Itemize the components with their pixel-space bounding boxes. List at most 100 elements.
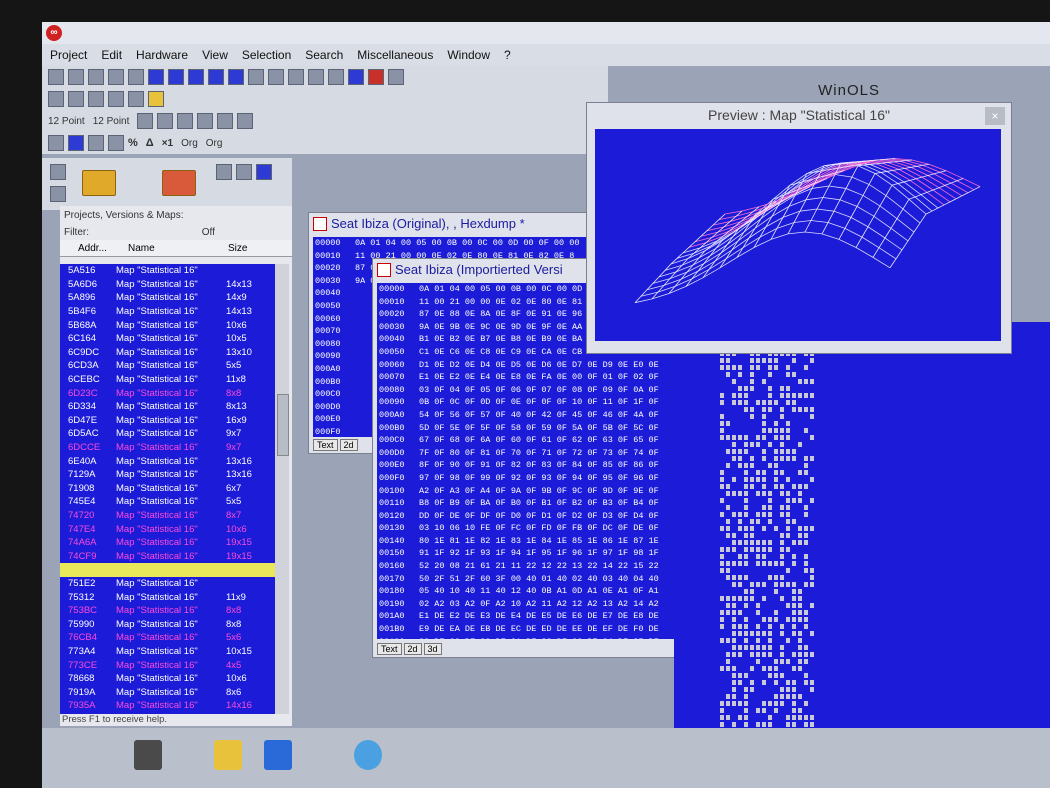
calc-a-icon[interactable] [48, 135, 64, 151]
list-item[interactable]: 71908 Map "Statistical 16" 6x7 [60, 482, 275, 496]
p-icon[interactable] [388, 69, 404, 85]
list-item[interactable]: 7919A Map "Statistical 16" 8x6 [60, 685, 275, 699]
scroll-thumb[interactable] [277, 394, 289, 456]
list-item[interactable]: 75990 Map "Statistical 16" 8x8 [60, 617, 275, 631]
list-item[interactable]: 6C9DC Map "Statistical 16" 13x10 [60, 346, 275, 360]
prev-icon[interactable] [168, 69, 184, 85]
copy-icon[interactable] [108, 69, 124, 85]
first-icon[interactable] [148, 69, 164, 85]
tool-a-icon[interactable] [68, 91, 84, 107]
list-item[interactable]: 6CEBC Map "Statistical 16" 11x8 [60, 373, 275, 387]
list-item[interactable]: 6D334 Map "Statistical 16" 8x13 [60, 400, 275, 414]
width-8-icon[interactable] [177, 113, 193, 129]
menu-project[interactable]: Project [50, 48, 87, 62]
list-item[interactable]: 6C164 Map "Statistical 16" 10x5 [60, 332, 275, 346]
taskbar-save-icon[interactable] [264, 740, 292, 770]
calc-c-icon[interactable] [88, 135, 104, 151]
menu-view[interactable]: View [202, 48, 228, 62]
preview-window[interactable]: Preview : Map "Statistical 16" × [586, 102, 1012, 354]
list-item[interactable]: 6CD3A Map "Statistical 16" 5x5 [60, 359, 275, 373]
tab-text[interactable]: Text [377, 643, 402, 655]
back-icon[interactable] [308, 69, 324, 85]
width-16-icon[interactable] [197, 113, 213, 129]
menu-hardware[interactable]: Hardware [136, 48, 188, 62]
close-icon[interactable]: × [985, 107, 1005, 125]
list-item[interactable]: 7935A Map "Statistical 16" 14x16 [60, 699, 275, 713]
width-255-icon[interactable] [237, 113, 253, 129]
font-size-1[interactable]: 12 Point [48, 116, 85, 127]
list-item[interactable]: 74A6A Map "Statistical 16" 19x15 [60, 536, 275, 550]
save-icon[interactable] [50, 186, 66, 202]
open-folder-icon[interactable] [82, 170, 116, 196]
list-item[interactable]: 75312 Map "Statistical 16" 11x9 [60, 590, 275, 604]
taskbar-browser-icon[interactable] [354, 740, 382, 770]
menu-search[interactable]: Search [305, 48, 343, 62]
list-item[interactable]: 6E40A Map "Statistical 16" 13x16 [60, 454, 275, 468]
print-icon[interactable] [88, 69, 104, 85]
help-icon[interactable] [148, 91, 164, 107]
f-icon[interactable] [348, 69, 364, 85]
new-icon[interactable] [50, 164, 66, 180]
taskbar-app-icon[interactable] [134, 740, 162, 770]
tab-2d[interactable]: 2d [340, 439, 358, 451]
org-button-2[interactable]: Org [206, 138, 223, 149]
list-item[interactable]: 5A516 Map "Statistical 16" [60, 264, 275, 278]
import-icon[interactable] [216, 164, 232, 180]
list-item[interactable]: 747E4 Map "Statistical 16" 10x6 [60, 522, 275, 536]
list-item[interactable]: 745E4 Map "Statistical 16" 5x5 [60, 495, 275, 509]
list-item[interactable]: 753BC Map "Statistical 16" 8x8 [60, 604, 275, 618]
list-item[interactable]: 6DCCE Map "Statistical 16" 9x7 [60, 441, 275, 455]
bitmap-view[interactable] [674, 322, 1050, 752]
taskbar-folder-icon[interactable] [214, 740, 242, 770]
hand-icon[interactable] [48, 91, 64, 107]
menu-window[interactable]: Window [447, 48, 490, 62]
v-icon[interactable] [368, 69, 384, 85]
format-icon[interactable] [248, 69, 264, 85]
forward-icon[interactable] [328, 69, 344, 85]
menu-selection[interactable]: Selection [242, 48, 291, 62]
list-item[interactable]: 773CE Map "Statistical 16" 4x5 [60, 658, 275, 672]
list-item[interactable]: 5A6D6 Map "Statistical 16" 14x13 [60, 278, 275, 292]
tool-c-icon[interactable] [108, 91, 124, 107]
tools-icon[interactable] [288, 69, 304, 85]
list-item[interactable]: 74720 Map "Statistical 16" 8x7 [60, 509, 275, 523]
menu-miscellaneous[interactable]: Miscellaneous [357, 48, 433, 62]
factor-button[interactable]: ×1 [162, 138, 173, 149]
list-item[interactable] [60, 563, 275, 577]
columns-icon[interactable] [157, 113, 173, 129]
menu-help[interactable]: ? [504, 48, 511, 62]
globe-icon[interactable] [256, 164, 272, 180]
next-icon[interactable] [208, 69, 224, 85]
project-folder-icon[interactable] [162, 170, 196, 196]
tab-2d[interactable]: 2d [404, 643, 422, 655]
tab-3d[interactable]: 3d [424, 643, 442, 655]
col-addr-header[interactable]: Addr... [60, 243, 122, 254]
col-name-header[interactable]: Name [122, 243, 228, 254]
search-icon[interactable] [268, 69, 284, 85]
calc-b-icon[interactable] [68, 135, 84, 151]
list-item[interactable]: 5B68A Map "Statistical 16" 10x6 [60, 318, 275, 332]
list-item[interactable]: 6D23C Map "Statistical 16" 8x8 [60, 386, 275, 400]
list-item[interactable]: 74CF9 Map "Statistical 16" 19x15 [60, 549, 275, 563]
list-item[interactable]: 5B4F6 Map "Statistical 16" 14x13 [60, 305, 275, 319]
list-item[interactable]: 7129A Map "Statistical 16" 13x16 [60, 468, 275, 482]
open-icon[interactable] [68, 69, 84, 85]
tool-b-icon[interactable] [88, 91, 104, 107]
col-size-header[interactable]: Size [228, 243, 268, 254]
list-item[interactable]: 6D5AC Map "Statistical 16" 9x7 [60, 427, 275, 441]
list-item[interactable]: 751E2 Map "Statistical 16" [60, 577, 275, 591]
last-icon[interactable] [228, 69, 244, 85]
percent-button[interactable]: % [128, 137, 138, 149]
org-button-1[interactable]: Org [181, 138, 198, 149]
align-icon[interactable] [137, 113, 153, 129]
calc-d-icon[interactable] [108, 135, 124, 151]
delta-button[interactable]: Δ [146, 137, 154, 149]
list-item[interactable]: 773A4 Map "Statistical 16" 10x15 [60, 645, 275, 659]
list-item[interactable]: 5A896 Map "Statistical 16" 14x9 [60, 291, 275, 305]
width-32-icon[interactable] [217, 113, 233, 129]
tab-text[interactable]: Text [313, 439, 338, 451]
grid-icon[interactable] [188, 69, 204, 85]
tool-d-icon[interactable] [128, 91, 144, 107]
filter-off[interactable]: Off [202, 227, 215, 238]
font-size-2[interactable]: 12 Point [93, 116, 130, 127]
